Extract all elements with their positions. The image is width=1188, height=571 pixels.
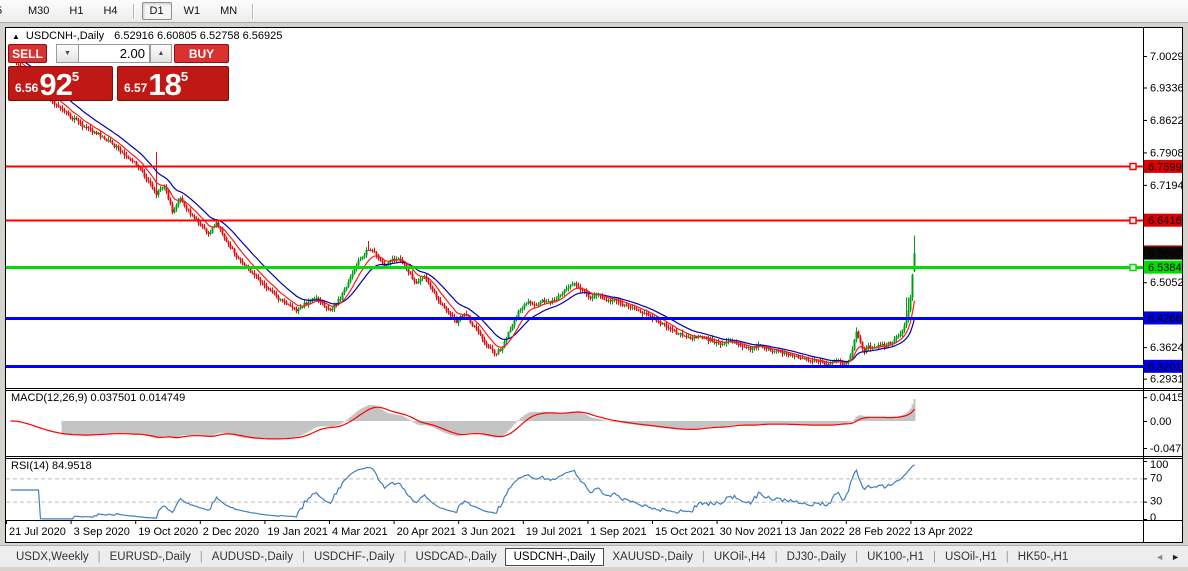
date-axis-label: 21 Jul 2020: [9, 526, 66, 538]
volume-increase-button[interactable]: ▲: [150, 44, 172, 63]
timeframe-button-mn[interactable]: MN: [212, 2, 245, 20]
bid-price-pip: 5: [71, 69, 80, 84]
collapse-triangle-icon[interactable]: ▲: [12, 32, 20, 41]
price-axis-label: 7.00290: [1150, 51, 1183, 63]
tab-scroll-left-icon[interactable]: ◄: [1155, 552, 1164, 562]
macd-axis-label: 0.00: [1150, 416, 1171, 428]
ask-price-main: 18: [148, 67, 181, 102]
timeframe-button-h4[interactable]: H4: [95, 2, 125, 20]
date-axis-label: 19 Oct 2020: [138, 526, 198, 538]
sell-button[interactable]: SELL: [8, 44, 47, 63]
chart-window: 7.00290 6.93360 6.86220 6.79080 6.71940 6.505…: [5, 27, 1183, 543]
price-axis-label: 6.86220: [1150, 115, 1183, 127]
price-axis-label: 6.50520: [1150, 277, 1183, 289]
tab-scroll-arrows: ◄ ►: [1155, 552, 1180, 562]
date-axis-label: 19 Jul 2021: [526, 526, 583, 538]
date-axis-label: 20 Apr 2021: [397, 526, 456, 538]
bid-price-main: 92: [39, 67, 72, 102]
chart-tab-usoil-h1[interactable]: USOil-,H1: [937, 548, 1005, 566]
macd-indicator-label: MACD(12,26,9) 0.037501 0.014749: [11, 392, 186, 404]
timeframe-button-w1[interactable]: W1: [176, 2, 209, 20]
trading-terminal: 5M30H1H4D1W1MN 7.002906.933606.862206.79…: [0, 0, 1188, 571]
svg-text:6.75998: 6.75998: [1148, 161, 1183, 173]
panel-frames: [5, 27, 1183, 543]
volume-decrease-button[interactable]: ▼: [56, 44, 78, 63]
chart-tab-usdcnh-daily[interactable]: USDCNH-,Daily: [504, 547, 605, 566]
date-axis-label: 1 Sep 2021: [590, 526, 646, 538]
toolbar-separator: [252, 3, 255, 19]
price-chart[interactable]: 7.00290 6.93360 6.86220 6.79080 6.71940 6.505…: [5, 27, 1183, 543]
timeframe-button-m30[interactable]: M30: [20, 2, 57, 20]
date-axis-label: 2 Dec 2020: [203, 526, 259, 538]
chevron-up-icon: ▲: [157, 50, 165, 57]
date-axis-label: 28 Feb 2022: [849, 526, 911, 538]
timeframe-toolbar: 5M30H1H4 D1W1MN: [0, 0, 1188, 23]
chart-tab-xauusd-daily[interactable]: XAUUSD-,Daily: [604, 548, 701, 566]
rsi-axis-label: 100: [1150, 459, 1168, 471]
hline-handle-6.64169[interactable]: [1129, 216, 1137, 225]
chart-tab-usdcad-daily[interactable]: USDCAD-,Daily: [407, 548, 504, 566]
svg-text:6.53845: 6.53845: [1148, 262, 1183, 274]
date-axis-label: 13 Jan 2022: [784, 526, 845, 538]
date-axis-label: 13 Apr 2022: [913, 526, 972, 538]
ask-price-pip: 5: [180, 69, 189, 84]
toolbar-separator: [132, 3, 135, 19]
trade-panel-quotes: 6.56 92 5 6.57 18 5: [8, 66, 230, 101]
chart-tab-eurusd-daily[interactable]: EURUSD-,Daily: [102, 548, 199, 566]
rsi-axis-label: 30: [1150, 496, 1162, 508]
chart-tab-hk50-h1[interactable]: HK50-,H1: [1010, 548, 1077, 566]
hline-handle-6.75998[interactable]: [1129, 162, 1137, 171]
chart-header: ▲ USDCNH-,Daily 6.52916 6.60805 6.52758 …: [12, 29, 282, 43]
bid-price-box[interactable]: 6.56 92 5: [8, 66, 113, 101]
date-axis-label: 19 Jan 2021: [267, 526, 328, 538]
date-axis-label: 3 Sep 2020: [74, 526, 130, 538]
price-badge-6.53845: 6.53845: [1144, 260, 1183, 274]
price-badge-6.64169: 6.64169: [1144, 213, 1183, 227]
chevron-down-icon: ▼: [64, 50, 71, 57]
date-axis-label: 3 Jun 2021: [461, 526, 515, 538]
date-axis-label: 15 Oct 2021: [655, 526, 715, 538]
chart-tab-uk100-h1[interactable]: UK100-,H1: [859, 548, 932, 566]
chart-tab-bar: USDX,Weekly | EURUSD-,Daily | AUDUSD-,Daily |…: [0, 545, 1188, 567]
date-axis-label: 30 Nov 2021: [720, 526, 782, 538]
macd-axis-label: 0.041528: [1150, 392, 1183, 404]
svg-text:6.32018: 6.32018: [1148, 361, 1183, 373]
price-badge-6.42660: 6.42660: [1144, 311, 1183, 325]
chart-tab-audusd-daily[interactable]: AUDUSD-,Daily: [204, 548, 301, 566]
price-axis-label: 6.29310: [1150, 374, 1183, 386]
price-badge-6.75998: 6.75998: [1144, 159, 1183, 173]
price-axis-label: 6.93360: [1150, 83, 1183, 95]
rsi-axis-label: 0: [1150, 512, 1156, 524]
ask-price-prefix: 6.57: [124, 81, 148, 95]
chart-symbol-title: USDCNH-,Daily: [25, 30, 105, 42]
chart-ohlc-values: 6.52916 6.60805 6.52758 6.56925: [114, 30, 283, 42]
trade-panel-controls: SELL ▼ ▲ BUY: [8, 44, 230, 63]
hline-handle-6.53845[interactable]: [1129, 263, 1137, 272]
chart-tab-ukoil-h4[interactable]: UKOil-,H4: [706, 548, 774, 566]
macd-axis-label: -0.04707: [1150, 443, 1183, 455]
svg-text:6.42660: 6.42660: [1148, 313, 1183, 325]
timeframe-button-d1[interactable]: D1: [141, 2, 172, 20]
chart-tab-dj30-daily[interactable]: DJ30-,Daily: [779, 548, 854, 566]
svg-text:6.64169: 6.64169: [1148, 215, 1183, 227]
svg-text:6.56925: 6.56925: [1148, 248, 1183, 260]
price-axis-label: 6.79080: [1150, 147, 1183, 159]
buy-button[interactable]: BUY: [174, 44, 229, 63]
timeframe-button-5[interactable]: 5: [0, 2, 16, 20]
price-axis-label: 6.71940: [1150, 180, 1183, 192]
trade-panel: SELL ▼ ▲ BUY 6.56 92 5 6.57 18: [8, 44, 230, 101]
chart-tab-usdx-weekly[interactable]: USDX,Weekly: [8, 548, 97, 566]
rsi-indicator-label: RSI(14) 84.9518: [11, 460, 92, 472]
ask-price-box[interactable]: 6.57 18 5: [117, 66, 229, 101]
tab-scroll-right-icon[interactable]: ►: [1171, 552, 1180, 562]
price-badge-6.32018: 6.32018: [1144, 359, 1183, 373]
price-badge-6.56925: 6.56925: [1144, 246, 1183, 260]
price-axis-label: 6.36240: [1150, 342, 1183, 354]
bid-price-prefix: 6.56: [15, 81, 39, 95]
rsi-axis-label: 70: [1150, 472, 1162, 484]
timeframe-button-h1[interactable]: H1: [61, 2, 91, 20]
chart-tab-usdchf-daily[interactable]: USDCHF-,Daily: [306, 548, 403, 566]
date-axis-label: 4 Mar 2021: [332, 526, 388, 538]
volume-input[interactable]: [78, 44, 150, 63]
